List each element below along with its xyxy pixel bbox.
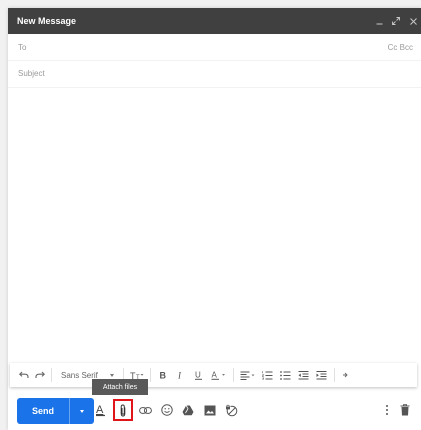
- insert-photo-icon[interactable]: [201, 401, 219, 419]
- svg-text:B: B: [159, 371, 166, 381]
- svg-text:A: A: [211, 371, 217, 380]
- compose-window: New Message To Cc Bcc Sans Serif: [8, 8, 421, 430]
- formatting-options-icon[interactable]: A: [92, 401, 110, 419]
- svg-text:A: A: [96, 404, 104, 416]
- discard-draft-icon[interactable]: [396, 401, 414, 419]
- more-options-icon[interactable]: [378, 401, 396, 419]
- chevron-down-icon: [109, 373, 114, 377]
- toolbar-separator: [51, 368, 52, 382]
- formatting-toolbar: Sans Serif TT B I U A: [10, 363, 417, 387]
- compose-title: New Message: [17, 16, 77, 26]
- bold-icon[interactable]: B: [154, 363, 172, 387]
- to-label: To: [18, 43, 27, 52]
- align-icon[interactable]: [237, 363, 259, 387]
- expand-icon[interactable]: [392, 16, 400, 26]
- toolbar-separator: [333, 368, 335, 382]
- undo-icon[interactable]: [16, 363, 32, 387]
- indent-less-icon[interactable]: [295, 363, 313, 387]
- compose-titlebar[interactable]: New Message: [8, 8, 421, 34]
- text-color-icon[interactable]: A: [208, 363, 230, 387]
- toolbar-separator: [149, 368, 151, 382]
- insert-link-icon[interactable]: [136, 401, 154, 419]
- minimize-icon[interactable]: [375, 16, 383, 26]
- toolbar-separator: [232, 368, 234, 382]
- message-body[interactable]: [8, 88, 421, 360]
- svg-text:I: I: [177, 371, 182, 381]
- more-formatting-icon[interactable]: [338, 363, 352, 387]
- window-controls: [375, 8, 417, 34]
- subject-field[interactable]: [8, 61, 421, 88]
- indent-more-icon[interactable]: [313, 363, 331, 387]
- google-drive-icon[interactable]: [179, 401, 197, 419]
- insert-emoji-icon[interactable]: [158, 401, 176, 419]
- svg-text:U: U: [195, 371, 201, 380]
- underline-icon[interactable]: U: [190, 363, 208, 387]
- close-icon[interactable]: [409, 16, 417, 26]
- attach-files-icon[interactable]: [114, 401, 132, 419]
- tooltip-text: Attach files: [102, 383, 138, 391]
- cc-bcc-link[interactable]: Cc Bcc: [388, 43, 413, 52]
- confidential-mode-icon[interactable]: [222, 401, 240, 419]
- redo-icon[interactable]: [32, 363, 48, 387]
- bulleted-list-icon[interactable]: [277, 363, 295, 387]
- send-options-button[interactable]: [70, 409, 94, 413]
- recipients-field[interactable]: To Cc Bcc: [8, 34, 421, 61]
- italic-icon[interactable]: I: [172, 363, 190, 387]
- send-button[interactable]: Send: [17, 398, 94, 424]
- send-label: Send: [31, 406, 54, 416]
- chevron-down-icon: [80, 409, 84, 413]
- numbered-list-icon[interactable]: [259, 363, 277, 387]
- subject-input[interactable]: [18, 65, 411, 81]
- attach-files-tooltip: Attach files: [92, 379, 148, 395]
